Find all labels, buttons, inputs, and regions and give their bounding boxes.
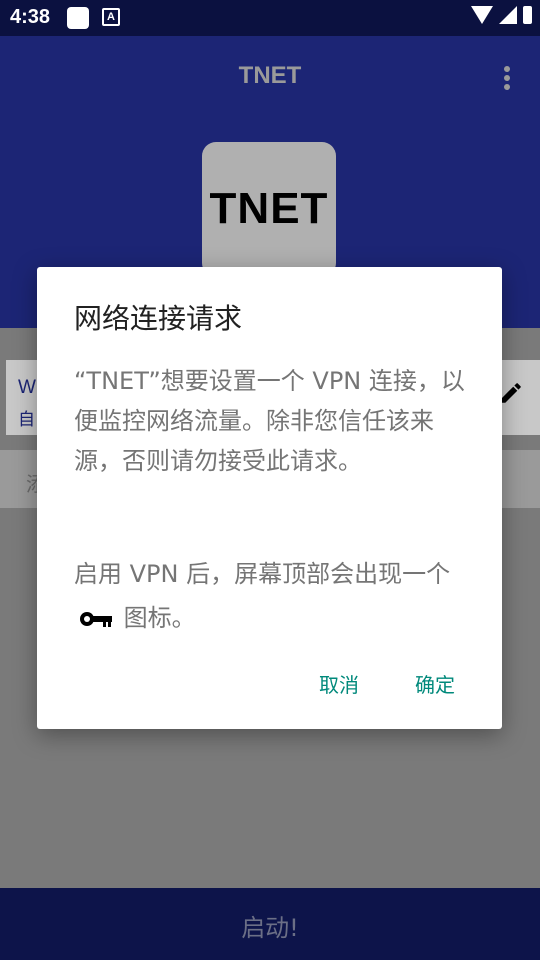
dialog-note-text-after: 图标。 xyxy=(123,604,196,632)
dialog-title: 网络连接请求 xyxy=(74,302,243,335)
vpn-request-dialog: 网络连接请求 “TNET”想要设置一个 VPN 连接，以便监控网络流量。除非您信… xyxy=(37,267,502,729)
dialog-note: 启用 VPN 后，屏幕顶部会出现一个 图标。 xyxy=(74,552,469,640)
dialog-note-text-before: 启用 VPN 后，屏幕顶部会出现一个 xyxy=(74,560,451,588)
key-icon xyxy=(80,612,112,627)
ok-button[interactable]: 确定 xyxy=(415,669,455,698)
dialog-message: “TNET”想要设置一个 VPN 连接，以便监控网络流量。除非您信任该来源，否则… xyxy=(74,367,465,475)
cancel-button[interactable]: 取消 xyxy=(319,669,359,698)
